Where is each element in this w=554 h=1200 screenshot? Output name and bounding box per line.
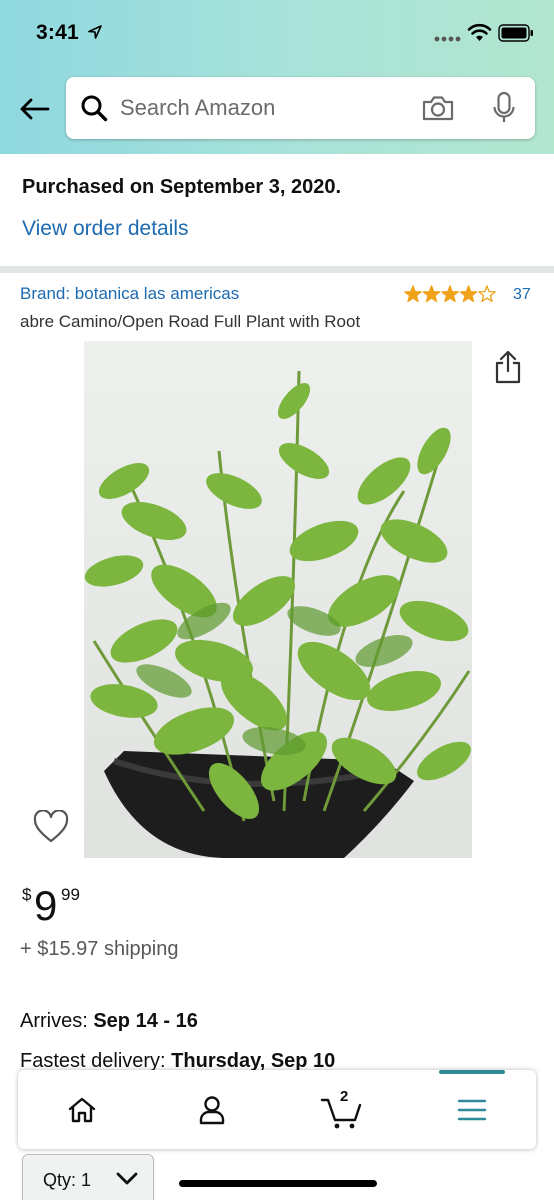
microphone-icon[interactable] bbox=[492, 91, 516, 125]
camera-icon[interactable] bbox=[421, 94, 455, 122]
nav-cart[interactable]: 2 bbox=[302, 1070, 382, 1149]
product-title: abre Camino/Open Road Full Plant with Ro… bbox=[20, 312, 361, 331]
brand-link[interactable]: Brand: botanica las americas bbox=[20, 284, 239, 304]
cart-count-badge: 2 bbox=[340, 1087, 349, 1105]
nav-menu[interactable] bbox=[432, 1070, 512, 1149]
rating-count-link[interactable]: 37 bbox=[513, 286, 531, 304]
section-divider bbox=[0, 266, 554, 273]
search-icon bbox=[81, 95, 108, 122]
bottom-navigation: 2 bbox=[18, 1070, 536, 1149]
arrives-value: Sep 14 - 16 bbox=[93, 1010, 198, 1032]
star-filled-icon bbox=[422, 285, 441, 303]
view-order-details-link[interactable]: View order details bbox=[22, 217, 189, 241]
wifi-icon bbox=[467, 23, 492, 41]
account-icon bbox=[199, 1095, 225, 1124]
plant-photo bbox=[84, 341, 472, 858]
header: 3:41 bbox=[0, 0, 554, 154]
search-bar[interactable] bbox=[66, 77, 535, 139]
heart-icon[interactable] bbox=[33, 810, 69, 844]
price-fraction: 99 bbox=[61, 885, 80, 904]
home-indicator bbox=[179, 1180, 377, 1187]
price-whole: 9 bbox=[34, 882, 58, 929]
quantity-label: Qty: 1 bbox=[43, 1169, 92, 1190]
star-filled-icon bbox=[441, 285, 459, 303]
star-filled-icon bbox=[404, 285, 422, 303]
home-icon bbox=[68, 1097, 96, 1122]
status-time: 3:41 bbox=[36, 21, 79, 44]
hamburger-menu-icon bbox=[457, 1099, 487, 1120]
fastest-delivery-label: Fastest delivery: bbox=[20, 1050, 172, 1072]
back-button[interactable] bbox=[16, 93, 52, 125]
share-icon[interactable] bbox=[494, 350, 522, 384]
quantity-select[interactable]: Qty: 1 bbox=[22, 1154, 154, 1200]
price-currency-symbol: $ bbox=[22, 885, 32, 904]
purchase-date-text: Purchased on September 3, 2020. bbox=[22, 176, 342, 198]
product-image[interactable] bbox=[84, 341, 472, 858]
status-bar: 3:41 bbox=[0, 0, 554, 68]
chevron-down-icon bbox=[116, 1172, 138, 1185]
nav-home[interactable] bbox=[42, 1070, 122, 1149]
arrival-estimate: Arrives: Sep 14 - 16 bbox=[20, 1010, 198, 1033]
star-rating[interactable] bbox=[404, 284, 496, 304]
arrives-label: Arrives: bbox=[20, 1010, 94, 1032]
cart-icon-wrapper: 2 bbox=[320, 1087, 364, 1130]
back-arrow-icon bbox=[20, 98, 50, 120]
star-empty-icon bbox=[478, 285, 496, 303]
location-arrow-icon bbox=[88, 25, 102, 39]
battery-icon bbox=[498, 24, 533, 42]
nav-account[interactable] bbox=[172, 1070, 252, 1149]
star-filled-icon bbox=[459, 285, 478, 303]
fastest-delivery-value: Thursday, Sep 10 bbox=[171, 1050, 336, 1072]
shipping-cost: + $15.97 shipping bbox=[20, 938, 179, 960]
search-input[interactable] bbox=[120, 91, 410, 125]
signal-dots-icon bbox=[434, 36, 461, 42]
